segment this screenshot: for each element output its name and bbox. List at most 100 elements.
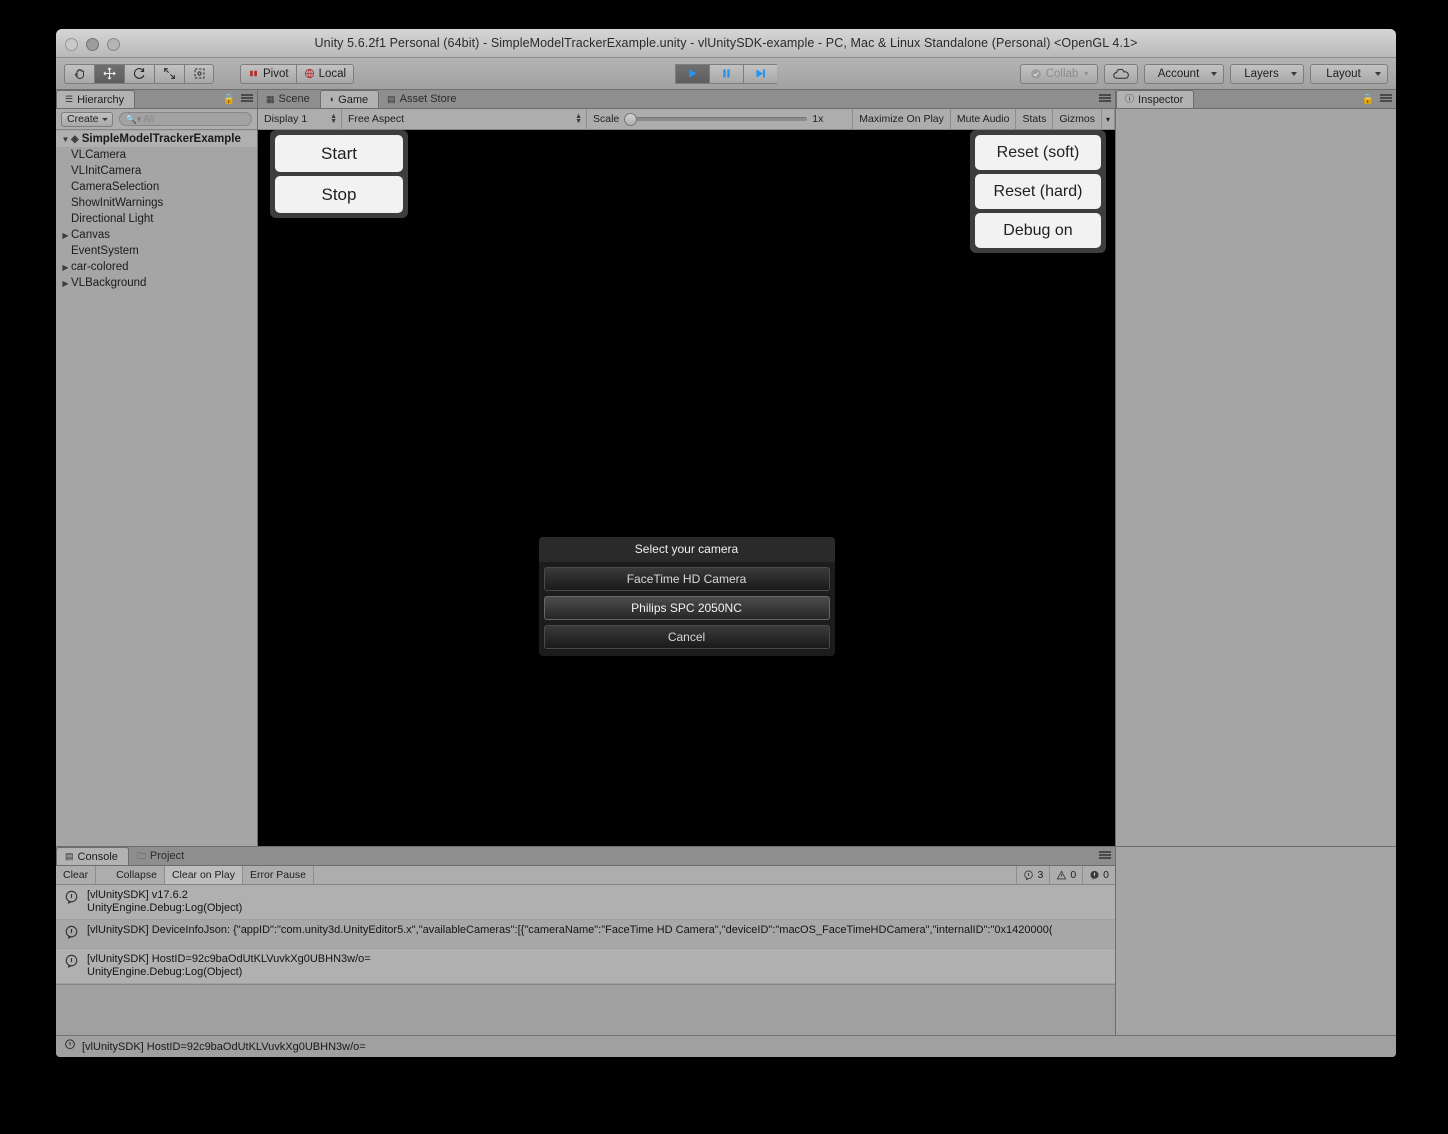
- hierarchy-item[interactable]: ▶ VLBackground: [56, 275, 257, 291]
- hierarchy-search-input[interactable]: 🔍▾ All: [118, 112, 252, 126]
- console-log-entry[interactable]: [vlUnitySDK] HostID=92c9baOdUtKLVuvkXg0U…: [56, 949, 1115, 984]
- scale-slider-group[interactable]: Scale 1x: [587, 109, 852, 129]
- console-tab-controls[interactable]: [1099, 850, 1111, 864]
- rotate-tool-button[interactable]: [124, 63, 154, 84]
- hierarchy-scene-root[interactable]: ▼ ◈ SimpleModelTrackerExample: [56, 131, 257, 147]
- hierarchy-item[interactable]: ▶ car-colored: [56, 259, 257, 275]
- console-log-line2: UnityEngine.Debug:Log(Object): [87, 902, 243, 914]
- layout-menu-button[interactable]: Layout: [1310, 63, 1388, 84]
- scale-tool-button[interactable]: [154, 63, 184, 84]
- layers-menu-button[interactable]: Layers: [1230, 63, 1304, 84]
- lock-icon[interactable]: 🔒: [223, 94, 235, 105]
- pivot-local-group[interactable]: Pivot Local: [240, 63, 355, 84]
- clear-button[interactable]: Clear: [56, 866, 97, 884]
- status-bar[interactable]: [vlUnitySDK] HostID=92c9baOdUtKLVuvkXg0U…: [56, 1035, 1396, 1057]
- error-count-badge[interactable]: 0: [1082, 866, 1115, 884]
- tab-project[interactable]: 🗀 Project: [128, 847, 195, 865]
- inspector-tab-controls[interactable]: 🔒: [1362, 93, 1392, 107]
- gizmos-chevron-button[interactable]: ▾: [1102, 109, 1115, 129]
- reset-soft-button[interactable]: Reset (soft): [975, 135, 1101, 170]
- tab-game[interactable]: ◖ Game: [319, 90, 380, 108]
- cloud-button[interactable]: [1104, 63, 1138, 84]
- options-menu-icon[interactable]: [241, 93, 253, 107]
- game-view-toolbar: Display 1 ▲ ▼ Free Aspect ▲ ▼ Scale 1x Max…: [258, 109, 1115, 130]
- console-log-list[interactable]: [vlUnitySDK] v17.6.2 UnityEngine.Debug:Lo…: [56, 885, 1115, 984]
- clear-on-play-toggle[interactable]: Clear on Play: [164, 866, 243, 884]
- console-log-line1: [vlUnitySDK] v17.6.2: [87, 889, 188, 901]
- tab-scene[interactable]: ▦ Scene: [258, 90, 320, 108]
- hierarchy-item[interactable]: CameraSelection: [56, 179, 257, 195]
- display-dropdown[interactable]: Display 1 ▲ ▼: [258, 109, 342, 129]
- options-menu-icon[interactable]: [1099, 850, 1111, 864]
- aspect-dropdown[interactable]: Free Aspect ▲ ▼: [342, 109, 587, 129]
- create-button[interactable]: Create: [61, 111, 113, 127]
- collab-button[interactable]: Collab ▾: [1020, 63, 1098, 84]
- hierarchy-tree[interactable]: ▼ ◈ SimpleModelTrackerExample VLCamera VL…: [56, 130, 257, 846]
- account-menu-button[interactable]: Account: [1144, 63, 1224, 84]
- scale-slider[interactable]: [624, 113, 808, 126]
- hierarchy-item[interactable]: ShowInitWarnings: [56, 195, 257, 211]
- stop-button[interactable]: Stop: [275, 176, 403, 213]
- mute-audio-toggle[interactable]: Mute Audio: [951, 109, 1017, 129]
- hierarchy-tab-controls[interactable]: 🔒: [223, 93, 253, 107]
- chevron-down-icon[interactable]: ▼: [60, 135, 71, 144]
- maximize-on-play-toggle[interactable]: Maximize On Play: [852, 109, 951, 129]
- debug-on-button[interactable]: Debug on: [975, 213, 1101, 248]
- pause-button[interactable]: [709, 63, 743, 84]
- scale-slider-handle[interactable]: [624, 113, 638, 126]
- collapse-toggle[interactable]: Collapse: [109, 866, 165, 884]
- hand-tool-button[interactable]: [64, 63, 94, 84]
- center-tab-controls[interactable]: [1099, 93, 1111, 107]
- local-toggle-button[interactable]: Local: [295, 63, 355, 84]
- options-menu-icon[interactable]: [1099, 93, 1111, 107]
- step-button[interactable]: [743, 63, 777, 84]
- window-controls[interactable]: [65, 38, 120, 51]
- options-menu-icon[interactable]: [1380, 93, 1392, 107]
- close-button[interactable]: [65, 38, 78, 51]
- console-log-text: [vlUnitySDK] HostID=92c9baOdUtKLVuvkXg0U…: [87, 953, 371, 979]
- camera-option-philips[interactable]: Philips SPC 2050NC: [543, 596, 830, 620]
- console-log-entry[interactable]: [vlUnitySDK] DeviceInfoJson: {"appID":"c…: [56, 920, 1115, 949]
- dialog-cancel-button[interactable]: Cancel: [543, 625, 830, 649]
- inspector-tab-label: Inspector: [1138, 93, 1184, 106]
- gizmos-dropdown[interactable]: Gizmos: [1053, 109, 1102, 129]
- hierarchy-item[interactable]: VLCamera: [56, 147, 257, 163]
- hierarchy-item[interactable]: Directional Light: [56, 211, 257, 227]
- hierarchy-item[interactable]: EventSystem: [56, 243, 257, 259]
- chevron-right-icon[interactable]: ▶: [60, 231, 71, 240]
- play-button[interactable]: [675, 63, 709, 84]
- warning-count-badge[interactable]: 0: [1049, 866, 1082, 884]
- console-log-entry[interactable]: [vlUnitySDK] v17.6.2 UnityEngine.Debug:Lo…: [56, 885, 1115, 920]
- chevron-right-icon[interactable]: ▶: [60, 263, 71, 272]
- camera-option-facetime[interactable]: FaceTime HD Camera: [543, 567, 830, 591]
- layers-label: Layers: [1244, 67, 1279, 80]
- tab-game-label: Game: [338, 93, 369, 106]
- hierarchy-item[interactable]: VLInitCamera: [56, 163, 257, 179]
- pivot-toggle-button[interactable]: Pivot: [240, 63, 296, 84]
- error-pause-toggle[interactable]: Error Pause: [243, 866, 315, 884]
- tab-hierarchy[interactable]: ☰ Hierarchy: [56, 90, 136, 108]
- reset-hard-button[interactable]: Reset (hard): [975, 174, 1101, 209]
- chevron-right-icon[interactable]: ▶: [60, 279, 71, 288]
- hierarchy-item-label: EventSystem: [71, 245, 139, 257]
- minimize-button[interactable]: [86, 38, 99, 51]
- hierarchy-item[interactable]: ▶ Canvas: [56, 227, 257, 243]
- collapse-label: Collapse: [116, 869, 157, 881]
- tab-inspector[interactable]: ⓘ Inspector: [1116, 90, 1195, 108]
- transform-tools-group[interactable]: [64, 63, 214, 84]
- editor-body: ☰ Hierarchy 🔒 Create 🔍▾ All ▼ ◈ SimpleMo…: [56, 90, 1396, 846]
- play-controls-group[interactable]: [675, 63, 777, 84]
- lock-icon[interactable]: 🔒: [1362, 94, 1374, 105]
- inspector-tabrow: ⓘ Inspector 🔒: [1116, 90, 1396, 109]
- start-button[interactable]: Start: [275, 135, 403, 172]
- tab-console[interactable]: ▤ Console: [56, 847, 129, 865]
- game-view-canvas[interactable]: Start Stop Reset (soft) Reset (hard) Deb…: [258, 130, 1115, 846]
- zoom-button[interactable]: [107, 38, 120, 51]
- stats-toggle[interactable]: Stats: [1016, 109, 1054, 129]
- move-tool-button[interactable]: [94, 63, 124, 84]
- info-count-badge[interactable]: 3: [1016, 866, 1049, 884]
- account-label: Account: [1157, 67, 1200, 80]
- create-label: Create: [67, 113, 99, 125]
- tab-asset-store[interactable]: ▤ Asset Store: [379, 90, 467, 108]
- rect-tool-button[interactable]: [184, 63, 214, 84]
